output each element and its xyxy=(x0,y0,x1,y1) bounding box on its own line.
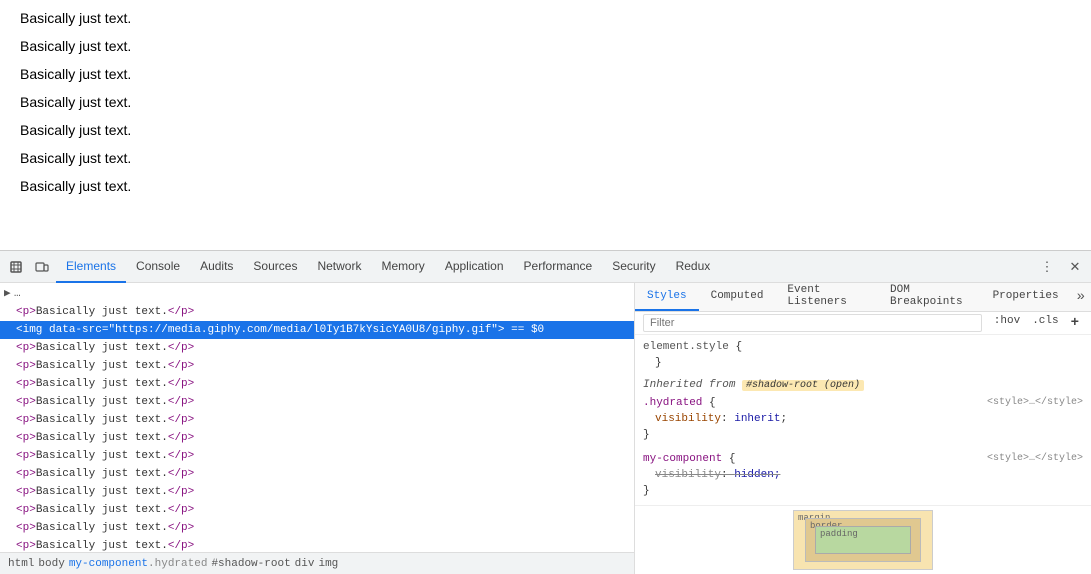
dom-line[interactable]: <p>Basically just text.</p> xyxy=(0,447,634,465)
style-rule-element: element.style { } xyxy=(643,339,1083,371)
dom-line[interactable]: <p>Basically just text.</p> xyxy=(0,501,634,519)
page-content: Basically just text. Basically just text.… xyxy=(0,0,1091,250)
hov-filter-button[interactable]: :hov xyxy=(990,314,1024,332)
page-text-line: Basically just text. xyxy=(20,178,1071,194)
styles-panel: StylesComputedEvent ListenersDOM Breakpo… xyxy=(635,283,1091,574)
styles-sub-tabs: StylesComputedEvent ListenersDOM Breakpo… xyxy=(635,283,1091,312)
devtools-panel: ElementsConsoleAuditsSourcesNetworkMemor… xyxy=(0,250,1091,574)
shadow-root-link[interactable]: #shadow-root (open) xyxy=(742,380,864,391)
dom-line[interactable]: <p>Basically just text.</p> xyxy=(0,411,634,429)
dom-panel: ▶…<p>Basically just text.</p><img data-s… xyxy=(0,283,635,574)
styles-filter-bar: :hov .cls + xyxy=(635,312,1091,335)
sub-tab-computed[interactable]: Computed xyxy=(699,283,776,311)
styles-filter-input[interactable] xyxy=(643,314,982,332)
close-devtools-button[interactable]: ✕ xyxy=(1063,255,1087,279)
style-source[interactable]: <style>…</style> xyxy=(987,395,1083,411)
device-toggle-icon[interactable] xyxy=(30,255,54,279)
sub-tab-styles[interactable]: Styles xyxy=(635,283,699,311)
sub-tab-dom-breakpoints[interactable]: DOM Breakpoints xyxy=(878,283,981,311)
dom-line[interactable]: <p>Basically just text.</p> xyxy=(0,357,634,375)
page-text-line: Basically just text. xyxy=(20,38,1071,54)
dom-line[interactable]: ▶… xyxy=(0,285,634,303)
tab-network[interactable]: Network xyxy=(307,251,371,283)
page-text-line: Basically just text. xyxy=(20,150,1071,166)
more-tabs-icon[interactable]: ⋮ xyxy=(1035,255,1059,279)
tab-elements[interactable]: Elements xyxy=(56,251,126,283)
devtools-toolbar: ElementsConsoleAuditsSourcesNetworkMemor… xyxy=(0,251,1091,283)
filter-actions: :hov .cls + xyxy=(990,314,1083,332)
dom-line[interactable]: <p>Basically just text.</p> xyxy=(0,375,634,393)
dom-line[interactable]: <img data-src="https://media.giphy.com/m… xyxy=(0,321,634,339)
devtools-tabs: ElementsConsoleAuditsSourcesNetworkMemor… xyxy=(56,251,1035,283)
cls-filter-button[interactable]: .cls xyxy=(1028,314,1062,332)
inherited-from-header: Inherited from #shadow-root (open) xyxy=(643,379,1083,391)
dom-line[interactable]: <p>Basically just text.</p> xyxy=(0,519,634,537)
styles-content: element.style { } Inherited from #shadow… xyxy=(635,335,1091,505)
dom-line[interactable]: <p>Basically just text.</p> xyxy=(0,429,634,447)
dom-line[interactable]: <p>Basically just text.</p> xyxy=(0,465,634,483)
dom-line[interactable]: <p>Basically just text.</p> xyxy=(0,537,634,552)
dom-line[interactable]: <p>Basically just text.</p> xyxy=(0,303,634,321)
breadcrumb-item-body[interactable]: body xyxy=(38,558,64,570)
breadcrumb-item-#shadow-root[interactable]: #shadow-root xyxy=(211,558,290,570)
dom-line[interactable]: <p>Basically just text.</p> xyxy=(0,339,634,357)
tab-redux[interactable]: Redux xyxy=(666,251,721,283)
dom-line[interactable]: <p>Basically just text.</p> xyxy=(0,393,634,411)
tab-performance[interactable]: Performance xyxy=(514,251,603,283)
style-source-2[interactable]: <style>…</style> xyxy=(987,451,1083,467)
tab-console[interactable]: Console xyxy=(126,251,190,283)
tab-memory[interactable]: Memory xyxy=(371,251,434,283)
sub-tab-properties[interactable]: Properties xyxy=(981,283,1071,311)
dom-line[interactable]: <p>Basically just text.</p> xyxy=(0,483,634,501)
tab-sources[interactable]: Sources xyxy=(243,251,307,283)
tab-security[interactable]: Security xyxy=(602,251,665,283)
tab-application[interactable]: Application xyxy=(435,251,514,283)
breadcrumb-item-html[interactable]: html xyxy=(8,558,34,570)
breadcrumb: html body my-component.hydrated #shadow-… xyxy=(0,552,634,574)
style-rule-hydrated: .hydrated { <style>…</style> visibility:… xyxy=(643,395,1083,443)
inspect-element-icon[interactable] xyxy=(4,255,28,279)
add-style-button[interactable]: + xyxy=(1067,314,1083,332)
dom-content[interactable]: ▶…<p>Basically just text.</p><img data-s… xyxy=(0,283,634,552)
devtools-main: ▶…<p>Basically just text.</p><img data-s… xyxy=(0,283,1091,574)
page-text-line: Basically just text. xyxy=(20,66,1071,82)
sub-tab-event-listeners[interactable]: Event Listeners xyxy=(775,283,878,311)
breadcrumb-item-div[interactable]: div xyxy=(295,558,315,570)
style-rule-my-component: my-component { <style>…</style> visibili… xyxy=(643,451,1083,499)
more-sub-tabs-icon[interactable]: » xyxy=(1071,283,1091,311)
tab-audits[interactable]: Audits xyxy=(190,251,243,283)
breadcrumb-item-img[interactable]: img xyxy=(318,558,338,570)
page-text-line: Basically just text. xyxy=(20,10,1071,26)
page-text-line: Basically just text. xyxy=(20,94,1071,110)
page-text-line: Basically just text. xyxy=(20,122,1071,138)
box-model-diagram: margin border padding xyxy=(793,510,933,570)
padding-label: padding xyxy=(820,529,858,539)
expand-arrow[interactable]: ▶ xyxy=(4,286,14,302)
box-model: margin border padding xyxy=(635,505,1091,574)
breadcrumb-item-my-component.hydrated[interactable]: my-component.hydrated xyxy=(69,558,208,570)
